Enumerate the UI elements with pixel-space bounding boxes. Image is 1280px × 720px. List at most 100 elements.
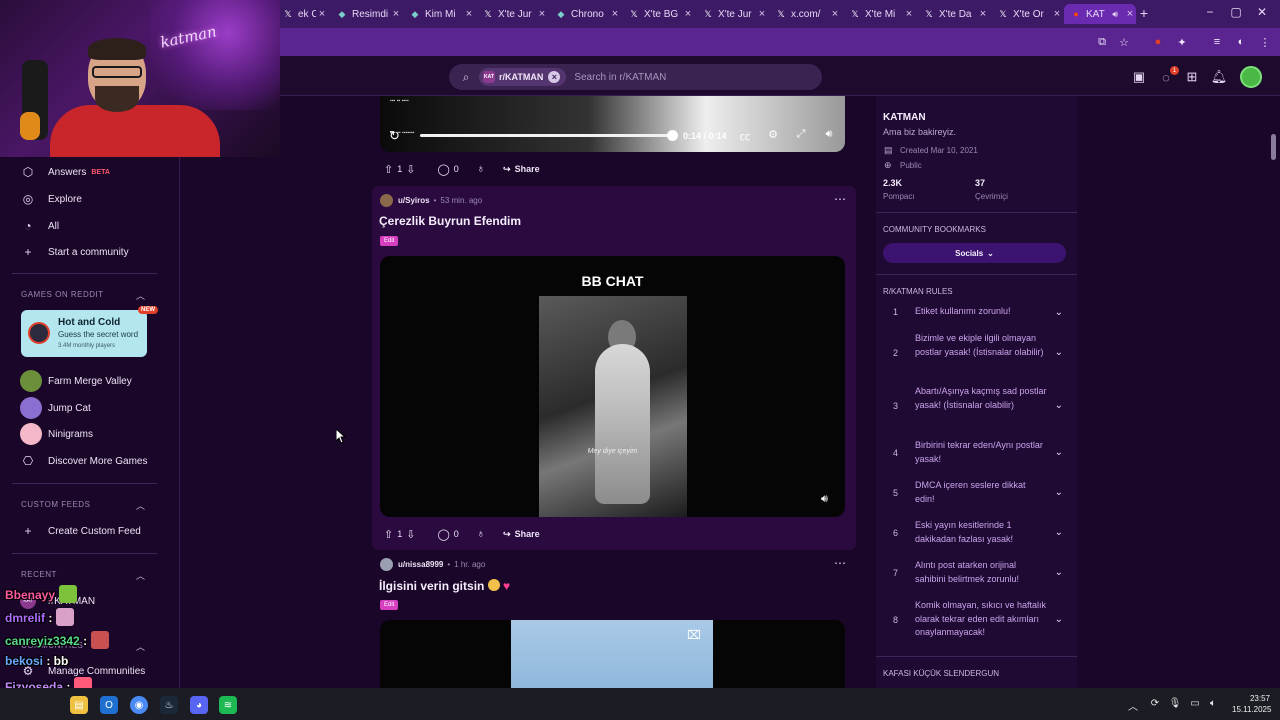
close-tab-icon[interactable]: × bbox=[903, 8, 915, 20]
new-tab-button[interactable]: + bbox=[1136, 5, 1152, 21]
post-flair[interactable]: Edit bbox=[380, 236, 399, 246]
post-title[interactable]: Çerezlik Buyrun Efendim bbox=[379, 214, 521, 228]
scrollbar-thumb[interactable] bbox=[1271, 134, 1276, 160]
sidebar-item-all[interactable]: ◔ All bbox=[20, 215, 59, 237]
close-tab-icon[interactable]: × bbox=[463, 8, 475, 20]
chevron-up-icon[interactable]: ︿ bbox=[136, 289, 145, 302]
advertise-icon[interactable]: ▣ bbox=[1130, 68, 1148, 86]
captions-icon[interactable]: ㏄ bbox=[737, 128, 753, 144]
post-video[interactable]: ⌧ bbox=[380, 620, 845, 688]
user-avatar[interactable] bbox=[1240, 66, 1262, 88]
sidebar-item-explore[interactable]: ◎ Explore bbox=[20, 188, 82, 210]
more-options-icon[interactable]: ⋯ bbox=[834, 556, 846, 570]
media-controls-icon[interactable]: ≡ bbox=[1209, 34, 1225, 50]
browser-tab[interactable]: ● KAT 🔊︎ × bbox=[1064, 4, 1136, 24]
rule-item[interactable]: 5 DMCA içeren seslere dikkat edin! ⌄ bbox=[893, 479, 1063, 506]
volume-icon[interactable]: 🔊︎ bbox=[821, 128, 837, 141]
chevron-down-icon[interactable]: ⌄ bbox=[1047, 559, 1063, 586]
browser-tab[interactable]: 𝕏x.com/ × bbox=[769, 4, 841, 24]
browser-tab[interactable]: 𝕏 X'te Jur × bbox=[476, 4, 548, 24]
chevron-down-icon[interactable]: ⌄ bbox=[1047, 385, 1063, 426]
comments-button[interactable]: ◯ 0 bbox=[433, 528, 458, 541]
browser-tab[interactable]: 𝕏 X'te Or × bbox=[991, 4, 1063, 24]
close-tab-icon[interactable]: × bbox=[829, 8, 841, 20]
upvote-icon[interactable]: ⇧ bbox=[384, 528, 393, 541]
browser-tab[interactable]: 𝕏ek C × bbox=[276, 4, 328, 24]
sidebar-item-create-feed[interactable]: + Create Custom Feed bbox=[20, 520, 140, 542]
fullscreen-icon[interactable]: ⤢ bbox=[793, 128, 809, 141]
recent-heading[interactable]: RECENT bbox=[21, 570, 57, 579]
close-tab-icon[interactable]: × bbox=[977, 8, 989, 20]
close-window-icon[interactable]: ✕ bbox=[1252, 5, 1272, 19]
post-author[interactable]: u/nissa8999 bbox=[398, 560, 443, 569]
rule-item[interactable]: 3 Abartı/Aşınya kaçmış sad postlar yasak!… bbox=[893, 385, 1063, 426]
taskbar-clock[interactable]: 23:57 15.11.2025 bbox=[1232, 693, 1271, 715]
rule-item[interactable]: 1 Etiket kullanımı zorunlu! ⌄ bbox=[893, 305, 1063, 319]
close-tab-icon[interactable]: × bbox=[1124, 8, 1136, 20]
browser-menu-icon[interactable]: ⋮ bbox=[1257, 34, 1273, 50]
upvote-icon[interactable]: ⇧ bbox=[384, 163, 393, 176]
more-options-icon[interactable]: ⋯ bbox=[834, 192, 846, 206]
network-icon[interactable]: ▭ bbox=[1188, 698, 1202, 709]
custom-feeds-heading[interactable]: CUSTOM FEEDS bbox=[21, 500, 90, 509]
search-scope-chip[interactable]: KAT r/KATMAN × bbox=[479, 68, 567, 86]
browser-tab[interactable]: ◆ Kim Mi × bbox=[403, 4, 475, 24]
speaker-icon[interactable]: 🔈︎ bbox=[1206, 698, 1220, 709]
rule-item[interactable]: 8 Komik olmayan, sıkıcı ve haftalık olara… bbox=[893, 599, 1063, 640]
chevron-down-icon[interactable]: ⌄ bbox=[1047, 519, 1063, 546]
post-author[interactable]: u/Syiros bbox=[398, 196, 430, 205]
close-tab-icon[interactable]: × bbox=[609, 8, 621, 20]
close-tab-icon[interactable]: × bbox=[536, 8, 548, 20]
rule-item[interactable]: 7 Alıntı post atarken orijinal sahibini b… bbox=[893, 559, 1063, 586]
maximize-icon[interactable]: ▢ bbox=[1226, 5, 1246, 19]
browser-tab[interactable]: 𝕏 X'te Jur × bbox=[696, 4, 768, 24]
extension-record-icon[interactable]: ● bbox=[1150, 34, 1166, 50]
share-button[interactable]: ↪ Share bbox=[503, 164, 540, 175]
outlook-icon[interactable]: O bbox=[100, 696, 118, 714]
spotify-icon[interactable]: ≋ bbox=[219, 696, 237, 714]
chevron-up-icon[interactable]: ︿ bbox=[136, 569, 145, 582]
close-tab-icon[interactable]: × bbox=[316, 8, 328, 20]
share-button[interactable]: ↪ Share bbox=[503, 529, 540, 540]
chrome-icon[interactable]: ◉ bbox=[130, 696, 148, 714]
steam-icon[interactable]: ♨ bbox=[160, 696, 178, 714]
chevron-up-icon[interactable]: ︿ bbox=[136, 499, 145, 512]
post-video[interactable]: BB CHAT Mey diye içeyim 🔊︎ bbox=[380, 256, 845, 517]
downvote-icon[interactable]: ⇩ bbox=[406, 163, 415, 176]
games-section-heading[interactable]: GAMES ON REDDIT bbox=[21, 290, 104, 299]
close-tab-icon[interactable]: × bbox=[756, 8, 768, 20]
profile-icon[interactable]: ◐ bbox=[1233, 34, 1249, 50]
close-tab-icon[interactable]: × bbox=[390, 8, 402, 20]
sidebar-game-farm-merge-valley[interactable]: Farm Merge Valley bbox=[20, 370, 132, 392]
sidebar-item-discover-games[interactable]: ⎔ Discover More Games bbox=[20, 450, 148, 472]
minimize-icon[interactable]: − bbox=[1200, 5, 1220, 19]
browser-tab[interactable]: ◆ Resimdi × bbox=[330, 4, 402, 24]
post-title[interactable]: İlgisini verin gitsin ♥ bbox=[379, 579, 510, 593]
sidebar-item-start-community[interactable]: + Start a community bbox=[20, 241, 128, 263]
video-progress-bar[interactable] bbox=[420, 134, 674, 137]
sidebar-game-jump-cat[interactable]: Jump Cat bbox=[20, 397, 91, 419]
tab-audio-icon[interactable]: 🔊︎ bbox=[1112, 9, 1118, 20]
comments-button[interactable]: ◯ 0 bbox=[433, 163, 458, 176]
award-button[interactable]: ♁ bbox=[473, 163, 489, 175]
rule-item[interactable]: 2 Bizimle ve ekiple ilgili olmayan postla… bbox=[893, 332, 1063, 373]
tray-expand-icon[interactable]: ︿ bbox=[1126, 698, 1140, 713]
chevron-down-icon[interactable]: ⌄ bbox=[1047, 599, 1063, 640]
rule-item[interactable]: 4 Birbirini tekrar eden/Aynı postlar yasa… bbox=[893, 439, 1063, 466]
chevron-up-icon[interactable]: ︿ bbox=[136, 640, 145, 653]
chevron-down-icon[interactable]: ⌄ bbox=[1047, 439, 1063, 466]
microphone-icon[interactable]: 🎙︎ bbox=[1168, 698, 1182, 709]
downvote-icon[interactable]: ⇩ bbox=[406, 528, 415, 541]
discord-icon[interactable]: ◕ bbox=[190, 696, 208, 714]
browser-tab[interactable]: 𝕏 X'te BG × bbox=[622, 4, 694, 24]
featured-game-card[interactable]: Hot and Cold Guess the secret word 3.4M … bbox=[21, 310, 147, 357]
chevron-down-icon[interactable]: ⌄ bbox=[1047, 305, 1063, 319]
award-button[interactable]: ♁ bbox=[473, 528, 489, 540]
notifications-icon[interactable]: 🔔︎ bbox=[1210, 68, 1228, 86]
close-tab-icon[interactable]: × bbox=[682, 8, 694, 20]
browser-tab[interactable]: ◆ Chrono × bbox=[549, 4, 621, 24]
browser-tab[interactable]: 𝕏 X'te Mi × bbox=[843, 4, 915, 24]
sidebar-item-answers[interactable]: ⬡ Answers BETA bbox=[20, 161, 110, 183]
chevron-down-icon[interactable]: ⌄ bbox=[1047, 479, 1063, 506]
close-tab-icon[interactable]: × bbox=[1051, 8, 1063, 20]
